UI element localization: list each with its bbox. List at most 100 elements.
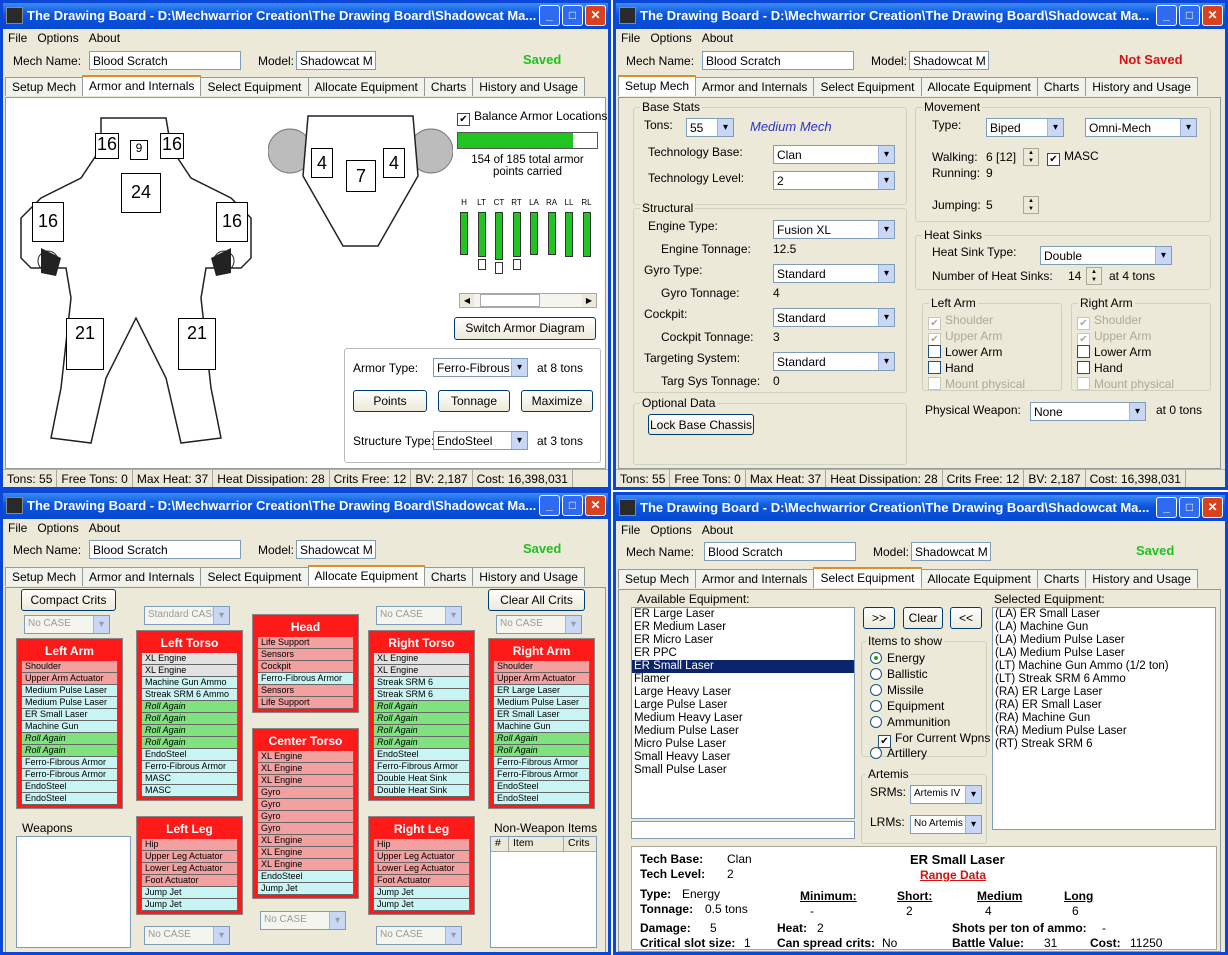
crit-slot[interactable]: Medium Pulse Laser bbox=[493, 697, 590, 709]
lock-base-chassis-button[interactable]: Lock Base Chassis bbox=[648, 414, 754, 435]
maximize-armor-button[interactable]: Maximize bbox=[521, 390, 593, 412]
tab-select-equipment[interactable]: Select Equipment bbox=[200, 567, 309, 586]
ra-lower-arm-checkbox[interactable]: Lower Arm bbox=[1077, 345, 1151, 359]
armor-left-arm[interactable]: 16 bbox=[32, 202, 64, 242]
ra-mount-physical-checkbox[interactable]: Mount physical bbox=[1077, 377, 1174, 391]
armor-left-leg[interactable]: 21 bbox=[66, 318, 104, 370]
crit-slot[interactable]: Machine Gun bbox=[21, 721, 118, 733]
la-mount-physical-checkbox[interactable]: Mount physical bbox=[928, 377, 1025, 391]
la-shoulder-checkbox[interactable]: ✔ Shoulder bbox=[928, 313, 993, 330]
armor-scrollbar[interactable]: ◀ ▶ bbox=[459, 293, 597, 308]
available-equipment-item[interactable]: Large Heavy Laser bbox=[632, 686, 854, 699]
crit-slot[interactable]: Sensors bbox=[257, 649, 354, 661]
scroll-left-icon[interactable]: ◀ bbox=[460, 294, 474, 307]
crit-slot[interactable]: XL Engine bbox=[141, 653, 238, 665]
crit-slot[interactable]: Jump Jet bbox=[257, 883, 354, 895]
close-button[interactable]: ✕ bbox=[1202, 497, 1223, 518]
crit-slot[interactable]: Streak SRM 6 bbox=[373, 689, 470, 701]
ra-upper-arm-checkbox[interactable]: ✔ Upper Arm bbox=[1077, 329, 1151, 346]
lrms-artemis-select[interactable]: No Artemis bbox=[910, 815, 982, 834]
crit-slot[interactable]: Gyro bbox=[257, 787, 354, 799]
info-range-data-link[interactable]: Range Data bbox=[920, 868, 986, 882]
close-button[interactable]: ✕ bbox=[585, 5, 606, 26]
ra-shoulder-checkbox[interactable]: ✔ Shoulder bbox=[1077, 313, 1142, 330]
crit-slot[interactable]: Hip bbox=[373, 839, 470, 851]
tonnage-button[interactable]: Tonnage bbox=[438, 390, 510, 412]
clear-button[interactable]: Clear bbox=[903, 607, 943, 629]
available-equipment-item[interactable]: Medium Pulse Laser bbox=[632, 725, 854, 738]
case-select-right-torso[interactable]: No CASE bbox=[376, 606, 462, 625]
crit-slot[interactable]: Lower Leg Actuator bbox=[141, 863, 238, 875]
filter-equipment-radio[interactable]: Equipment bbox=[870, 699, 944, 713]
tab-armor[interactable]: Armor and Internals bbox=[82, 75, 202, 96]
crit-slot[interactable]: Roll Again bbox=[493, 733, 590, 745]
tab-armor[interactable]: Armor and Internals bbox=[695, 77, 815, 96]
selected-equipment-item[interactable]: (RT) Streak SRM 6 bbox=[993, 738, 1215, 751]
ra-hand-checkbox[interactable]: Hand bbox=[1077, 361, 1123, 375]
la-lower-arm-checkbox[interactable]: Lower Arm bbox=[928, 345, 1002, 359]
crit-slot[interactable]: Jump Jet bbox=[141, 899, 238, 911]
scroll-thumb[interactable] bbox=[480, 294, 540, 307]
points-button[interactable]: Points bbox=[353, 390, 427, 412]
selected-equipment-item[interactable]: (LA) Machine Gun bbox=[993, 621, 1215, 634]
tab-allocate-equipment[interactable]: Allocate Equipment bbox=[920, 569, 1038, 588]
armor-rear-left-torso[interactable]: 4 bbox=[311, 148, 333, 178]
tab-setup-mech[interactable]: Setup Mech bbox=[618, 569, 697, 588]
tab-select-equipment[interactable]: Select Equipment bbox=[813, 77, 922, 96]
crit-slot[interactable]: Roll Again bbox=[141, 725, 238, 737]
crit-slot[interactable]: Roll Again bbox=[373, 701, 470, 713]
close-button[interactable]: ✕ bbox=[585, 495, 606, 516]
title-bar[interactable]: The Drawing Board - D:\Mechwarrior Creat… bbox=[616, 495, 1225, 521]
omni-select[interactable]: Omni-Mech bbox=[1085, 118, 1197, 137]
tab-armor[interactable]: Armor and Internals bbox=[82, 567, 202, 586]
tab-history[interactable]: History and Usage bbox=[472, 77, 585, 96]
crit-slot[interactable]: Ferro-Fibrous Armor bbox=[493, 757, 590, 769]
crit-slot[interactable]: EndoSteel bbox=[373, 749, 470, 761]
crit-slot[interactable]: Medium Pulse Laser bbox=[21, 697, 118, 709]
menu-options[interactable]: Options bbox=[32, 519, 83, 535]
title-bar[interactable]: The Drawing Board - D:\Mechwarrior Creat… bbox=[616, 3, 1225, 29]
selected-equipment-item[interactable]: (LA) Medium Pulse Laser bbox=[993, 647, 1215, 660]
case-select-right-leg[interactable]: No CASE bbox=[376, 926, 462, 945]
tons-select[interactable]: 55 bbox=[686, 118, 734, 137]
targeting-select[interactable]: Standard bbox=[773, 352, 895, 371]
crit-slot[interactable]: Jump Jet bbox=[373, 887, 470, 899]
crit-slot[interactable]: Streak SRM 6 Ammo bbox=[141, 689, 238, 701]
tab-charts[interactable]: Charts bbox=[423, 567, 474, 586]
maximize-button[interactable]: □ bbox=[1179, 5, 1200, 26]
crit-slot[interactable]: EndoSteel bbox=[257, 871, 354, 883]
crit-slot[interactable]: XL Engine bbox=[257, 751, 354, 763]
crit-slot[interactable]: Gyro bbox=[257, 823, 354, 835]
tab-history[interactable]: History and Usage bbox=[472, 567, 585, 586]
crit-slot[interactable]: Ferro-Fibrous Armor bbox=[21, 769, 118, 781]
menu-about[interactable]: About bbox=[84, 29, 125, 45]
available-equipment-item[interactable]: ER Large Laser bbox=[632, 608, 854, 621]
maximize-button[interactable]: □ bbox=[562, 5, 583, 26]
selected-equipment-item[interactable]: (RA) ER Large Laser bbox=[993, 686, 1215, 699]
title-bar[interactable]: The Drawing Board - D:\Mechwarrior Creat… bbox=[3, 493, 608, 519]
col-crits[interactable]: Crits bbox=[564, 837, 590, 851]
jumping-spinner[interactable]: ▲ ▼ bbox=[1023, 196, 1039, 214]
model-input[interactable]: Shadowcat M bbox=[296, 51, 376, 70]
balance-armor-checkbox[interactable]: ✔ Balance Armor Locations bbox=[457, 109, 607, 126]
crit-slot[interactable]: Machine Gun bbox=[493, 721, 590, 733]
armor-right-arm[interactable]: 16 bbox=[216, 202, 248, 242]
tab-armor[interactable]: Armor and Internals bbox=[695, 569, 815, 588]
armor-rear-right-torso[interactable]: 4 bbox=[383, 148, 405, 178]
crit-slot[interactable]: Jump Jet bbox=[373, 899, 470, 911]
crit-slot[interactable]: Hip bbox=[141, 839, 238, 851]
crit-slot[interactable]: Foot Actuator bbox=[141, 875, 238, 887]
available-equipment-item[interactable]: ER Medium Laser bbox=[632, 621, 854, 634]
la-hand-checkbox[interactable]: Hand bbox=[928, 361, 974, 375]
heat-sink-spinner[interactable]: ▲ ▼ bbox=[1086, 267, 1102, 285]
selected-equipment-item[interactable]: (LT) Machine Gun Ammo (1/2 ton) bbox=[993, 660, 1215, 673]
maximize-button[interactable]: □ bbox=[1179, 497, 1200, 518]
mech-name-input[interactable]: Blood Scratch bbox=[702, 51, 854, 70]
equipment-filter-input[interactable] bbox=[631, 821, 855, 839]
crit-slot[interactable]: Gyro bbox=[257, 799, 354, 811]
tab-charts[interactable]: Charts bbox=[1036, 569, 1087, 588]
selected-equipment-item[interactable]: (LA) ER Small Laser bbox=[993, 608, 1215, 621]
crit-slot[interactable]: Shoulder bbox=[21, 661, 118, 673]
crit-slot[interactable]: Roll Again bbox=[493, 745, 590, 757]
clear-all-crits-button[interactable]: Clear All Crits bbox=[488, 589, 585, 611]
